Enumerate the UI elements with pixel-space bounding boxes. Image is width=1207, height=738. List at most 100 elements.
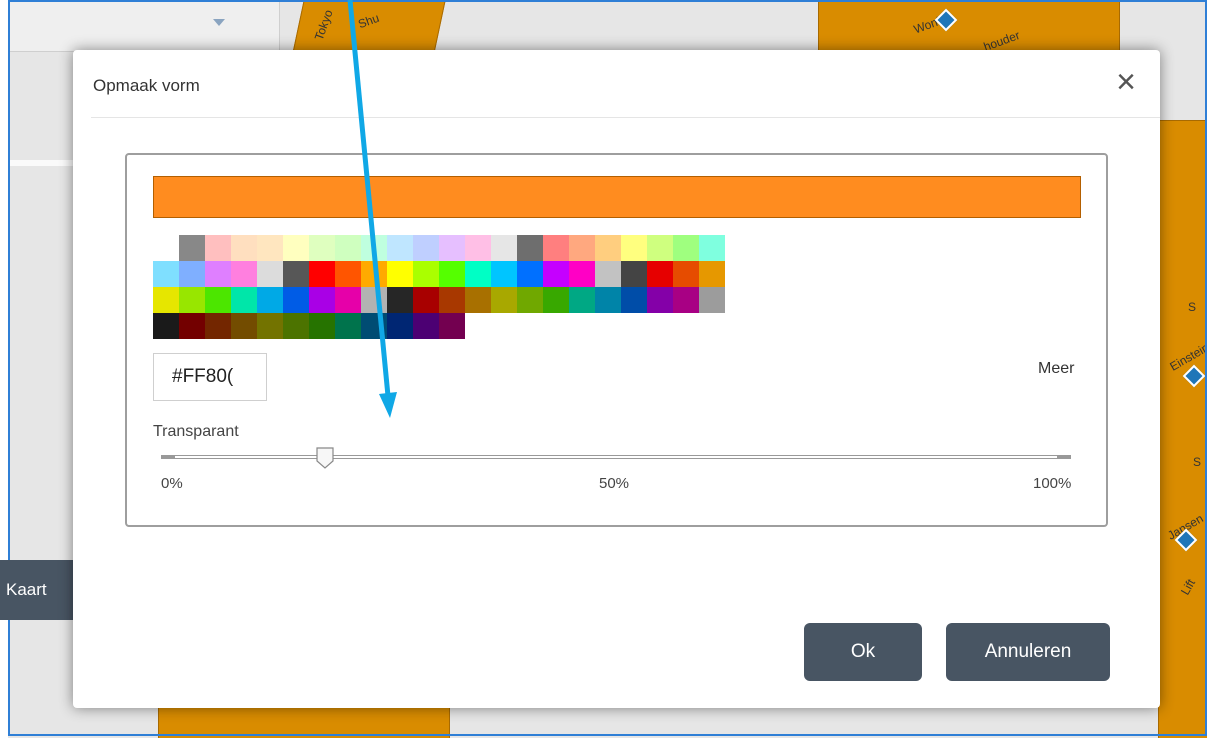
color-swatch[interactable] [699,235,725,261]
color-picker-panel: Meer Transparant 0% 50% 100% [125,153,1108,527]
color-swatch[interactable] [413,235,439,261]
color-swatch[interactable] [673,287,699,313]
color-swatch[interactable] [387,313,413,339]
color-swatch[interactable] [491,235,517,261]
color-swatch[interactable] [335,235,361,261]
map-parcel [1158,120,1207,738]
color-swatch[interactable] [647,261,673,287]
ok-button[interactable]: Ok [804,623,922,681]
color-swatch[interactable] [153,313,179,339]
color-swatch[interactable] [569,235,595,261]
color-swatch[interactable] [283,287,309,313]
color-swatch[interactable] [569,261,595,287]
chevron-down-icon[interactable] [213,19,225,26]
color-swatch[interactable] [309,313,335,339]
map-parcel [818,0,1120,54]
color-swatch[interactable] [361,287,387,313]
color-swatch[interactable] [361,235,387,261]
kaart-button[interactable]: Kaart [0,560,74,620]
color-swatch[interactable] [179,313,205,339]
color-swatch[interactable] [413,261,439,287]
color-swatch[interactable] [673,235,699,261]
tick-label-100: 100% [1033,475,1072,492]
color-swatch[interactable] [491,261,517,287]
color-swatch[interactable] [543,287,569,313]
format-shape-dialog: Opmaak vorm × Meer Transparant 0% 50% 10… [73,50,1160,708]
slider-track[interactable] [161,455,1071,459]
dialog-title: Opmaak vorm [93,76,200,95]
color-swatch[interactable] [231,235,257,261]
color-swatch[interactable] [517,261,543,287]
color-swatch[interactable] [569,287,595,313]
slider-track-start [161,455,175,459]
map-layer-panel [8,0,280,52]
color-swatch[interactable] [335,287,361,313]
cancel-button[interactable]: Annuleren [946,623,1110,681]
color-swatch[interactable] [465,287,491,313]
color-swatch[interactable] [205,287,231,313]
color-swatch[interactable] [257,261,283,287]
color-swatch[interactable] [283,235,309,261]
color-swatch[interactable] [543,261,569,287]
color-swatch[interactable] [413,287,439,313]
color-swatch[interactable] [387,287,413,313]
color-swatch[interactable] [673,261,699,287]
color-swatch[interactable] [335,261,361,287]
color-swatch[interactable] [647,235,673,261]
color-palette [153,235,725,339]
color-swatch[interactable] [361,261,387,287]
color-swatch[interactable] [595,235,621,261]
slider-track-end [1057,455,1071,459]
color-swatch[interactable] [283,313,309,339]
color-swatch[interactable] [699,261,725,287]
color-swatch[interactable] [439,261,465,287]
color-swatch[interactable] [361,313,387,339]
color-swatch[interactable] [231,313,257,339]
color-swatch[interactable] [465,261,491,287]
color-swatch[interactable] [335,313,361,339]
color-swatch[interactable] [439,287,465,313]
hex-color-input[interactable] [153,353,267,401]
color-swatch[interactable] [387,235,413,261]
color-swatch[interactable] [387,261,413,287]
close-icon[interactable]: × [1110,65,1142,99]
color-swatch[interactable] [439,235,465,261]
color-swatch[interactable] [153,287,179,313]
color-swatch[interactable] [491,287,517,313]
color-swatch[interactable] [543,235,569,261]
color-swatch[interactable] [153,235,179,261]
color-swatch[interactable] [621,287,647,313]
color-swatch[interactable] [413,313,439,339]
color-swatch[interactable] [699,287,725,313]
color-swatch[interactable] [153,261,179,287]
color-swatch[interactable] [309,287,335,313]
tick-label-50: 50% [599,475,630,492]
color-swatch[interactable] [231,287,257,313]
color-swatch[interactable] [257,313,283,339]
color-swatch[interactable] [257,235,283,261]
color-swatch[interactable] [647,287,673,313]
color-swatch[interactable] [439,313,465,339]
color-swatch[interactable] [465,235,491,261]
slider-handle[interactable] [316,447,334,469]
color-swatch[interactable] [595,261,621,287]
color-swatch[interactable] [257,287,283,313]
color-swatch[interactable] [179,261,205,287]
color-swatch[interactable] [205,235,231,261]
color-swatch[interactable] [179,287,205,313]
color-swatch[interactable] [517,287,543,313]
transparency-slider[interactable] [161,447,1071,469]
color-swatch[interactable] [179,235,205,261]
kaart-button-label: Kaart [6,580,47,599]
color-swatch[interactable] [621,235,647,261]
color-swatch[interactable] [595,287,621,313]
color-swatch[interactable] [231,261,257,287]
color-swatch[interactable] [517,235,543,261]
color-swatch[interactable] [621,261,647,287]
color-swatch[interactable] [309,235,335,261]
color-swatch[interactable] [309,261,335,287]
color-swatch[interactable] [205,313,231,339]
color-swatch[interactable] [283,261,309,287]
color-swatch[interactable] [205,261,231,287]
more-colors-link[interactable]: Meer [1038,360,1074,378]
